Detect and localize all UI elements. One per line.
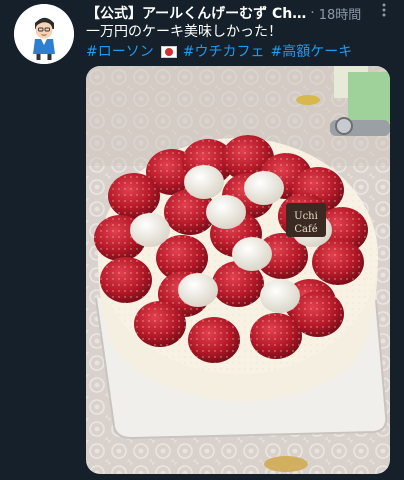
tweet[interactable]: 【公式】アールくんげーむず Ch… · 18時間 一万円のケーキ美味しかった！ … [0, 0, 404, 480]
cream-dollop [244, 171, 284, 205]
cake-photo: Uchi Café [86, 66, 390, 474]
logo-line-2: Café [294, 224, 317, 235]
timestamp[interactable]: 18時間 [319, 4, 362, 23]
cream-dollop [184, 165, 224, 199]
cream-dollop [260, 279, 300, 313]
strawberry [188, 317, 240, 363]
cream-dollop [178, 273, 218, 307]
uchi-cafe-logo: Uchi Café [286, 203, 326, 237]
strawberry [100, 257, 152, 303]
logo-line-1: Uchi [294, 211, 318, 222]
cartoon-avatar-icon [14, 4, 74, 64]
more-icon[interactable] [374, 2, 394, 22]
strawberry [134, 301, 186, 347]
strawberry [108, 173, 160, 219]
cream-dollop [130, 213, 170, 247]
display-name[interactable]: 【公式】アールくんげーむず Ch… [86, 3, 306, 23]
hashtag-lawson[interactable]: #ローソン [86, 42, 154, 62]
user-avatar[interactable] [14, 4, 74, 64]
tweet-text: 一万円のケーキ美味しかった！ #ローソン #ウチカフェ #高額ケーキ [86, 22, 396, 62]
header-separator: · [310, 5, 315, 21]
japan-flag-icon [160, 46, 177, 58]
hashtag-row: #ローソン #ウチカフェ #高額ケーキ [86, 42, 396, 62]
tweet-media-photo[interactable]: Uchi Café [86, 66, 390, 474]
more-vertical-icon [382, 3, 386, 17]
tweet-header: 【公式】アールくんげーむず Ch… · 18時間 [86, 2, 396, 24]
strawberry [312, 239, 364, 285]
cream-dollop [206, 195, 246, 229]
cream-dollop [232, 237, 272, 271]
tweet-body: 一万円のケーキ美味しかった！ [86, 24, 282, 40]
hashtag-premium-cake[interactable]: #高額ケーキ [270, 42, 352, 62]
hashtag-uchicafe[interactable]: #ウチカフェ [183, 42, 265, 62]
